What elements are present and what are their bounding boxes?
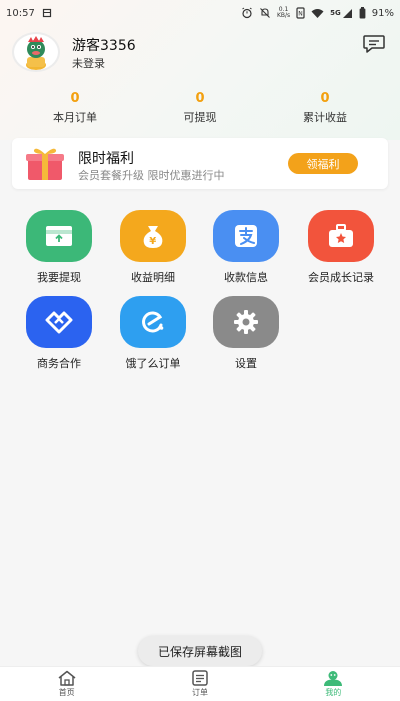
eleme-tile <box>120 296 186 348</box>
stat-label: 可提现 <box>183 111 217 124</box>
nav-label: 首页 <box>58 688 75 697</box>
menu-label: 会员成长记录 <box>308 271 374 284</box>
menu-item-business[interactable]: 商务合作 <box>12 296 106 371</box>
menu-label: 收益明细 <box>131 271 175 284</box>
money-bag-icon: ¥ <box>143 226 163 248</box>
bottom-nav: 首页 订单 我的 <box>0 666 400 701</box>
card-icon <box>46 226 72 246</box>
dinosaur-avatar-icon <box>26 36 46 70</box>
nav-mine[interactable]: 我的 <box>267 667 400 701</box>
signal-icon: 5G <box>330 8 353 19</box>
menu-label: 我要提现 <box>37 271 81 284</box>
avatar[interactable] <box>12 32 60 72</box>
net-speed: 0.1 KB/s <box>276 6 291 19</box>
status-bar: 10:57 0.1 KB/s N 5G 91% <box>0 0 400 26</box>
alarm-icon <box>241 7 253 19</box>
profile-header: 游客3356 未登录 <box>12 32 388 76</box>
mute-icon <box>259 7 271 19</box>
battery-icon <box>359 7 366 19</box>
menu-label: 商务合作 <box>37 357 81 370</box>
gear-icon <box>234 310 258 334</box>
handshake-icon <box>45 311 73 334</box>
menu-item-withdraw[interactable]: 我要提现 <box>12 210 106 285</box>
stat-total-earnings[interactable]: 0 累计收益 <box>250 91 400 125</box>
stat-label: 累计收益 <box>303 111 347 124</box>
stat-value: 0 <box>195 91 205 106</box>
welfare-subtitle: 会员套餐升级 限时优惠进行中 <box>78 169 225 182</box>
gift-icon <box>24 146 66 182</box>
stat-monthly-orders[interactable]: 0 本月订单 <box>0 91 150 125</box>
settings-tile <box>213 296 279 348</box>
welfare-title: 限时福利 <box>78 151 134 167</box>
alipay-icon <box>235 225 257 247</box>
orders-icon <box>192 670 208 686</box>
screenshot-toast: 已保存屏幕截图 <box>138 636 262 666</box>
claim-welfare-button[interactable]: 领福利 <box>288 153 358 174</box>
menu-item-eleme-orders[interactable]: 饿了么订单 <box>106 296 200 371</box>
stat-value: 0 <box>320 91 330 106</box>
eleme-icon <box>142 311 164 333</box>
nav-label: 订单 <box>191 688 208 697</box>
withdraw-tile <box>26 210 92 262</box>
svg-text:¥: ¥ <box>149 236 156 247</box>
user-icon <box>324 671 343 686</box>
username: 游客3356 <box>72 38 136 54</box>
nav-home[interactable]: 首页 <box>0 667 133 701</box>
nfc-icon: N <box>296 7 305 19</box>
battery-percent: 91% <box>371 7 394 19</box>
business-tile <box>26 296 92 348</box>
member-growth-tile <box>308 210 374 262</box>
svg-text:N: N <box>298 11 303 18</box>
earnings-tile: ¥ <box>120 210 186 262</box>
payment-tile <box>213 210 279 262</box>
medical-kit-icon <box>329 224 353 247</box>
home-icon <box>58 670 76 686</box>
menu-item-payment-info[interactable]: 收款信息 <box>199 210 293 285</box>
login-status[interactable]: 未登录 <box>72 55 105 71</box>
menu-label: 收款信息 <box>224 271 268 284</box>
nav-label: 我的 <box>325 688 342 697</box>
menu-label: 设置 <box>235 357 257 370</box>
nav-orders[interactable]: 订单 <box>133 667 266 701</box>
welfare-banner[interactable]: 限时福利 会员套餐升级 限时优惠进行中 领福利 <box>12 138 388 189</box>
menu-item-earnings-detail[interactable]: ¥ 收益明细 <box>106 210 200 285</box>
screenshot-icon <box>42 8 52 18</box>
stat-value: 0 <box>70 91 80 106</box>
wifi-icon <box>311 8 324 19</box>
stat-withdrawable[interactable]: 0 可提现 <box>150 91 250 125</box>
message-icon[interactable] <box>362 34 386 54</box>
menu-item-settings[interactable]: 设置 <box>199 296 293 371</box>
status-time: 10:57 <box>6 7 35 19</box>
menu-label: 饿了么订单 <box>125 357 181 370</box>
stats-row: 0 本月订单 0 可提现 0 累计收益 <box>0 91 400 125</box>
menu-item-member-growth[interactable]: 会员成长记录 <box>294 210 388 285</box>
stat-label: 本月订单 <box>53 111 97 124</box>
